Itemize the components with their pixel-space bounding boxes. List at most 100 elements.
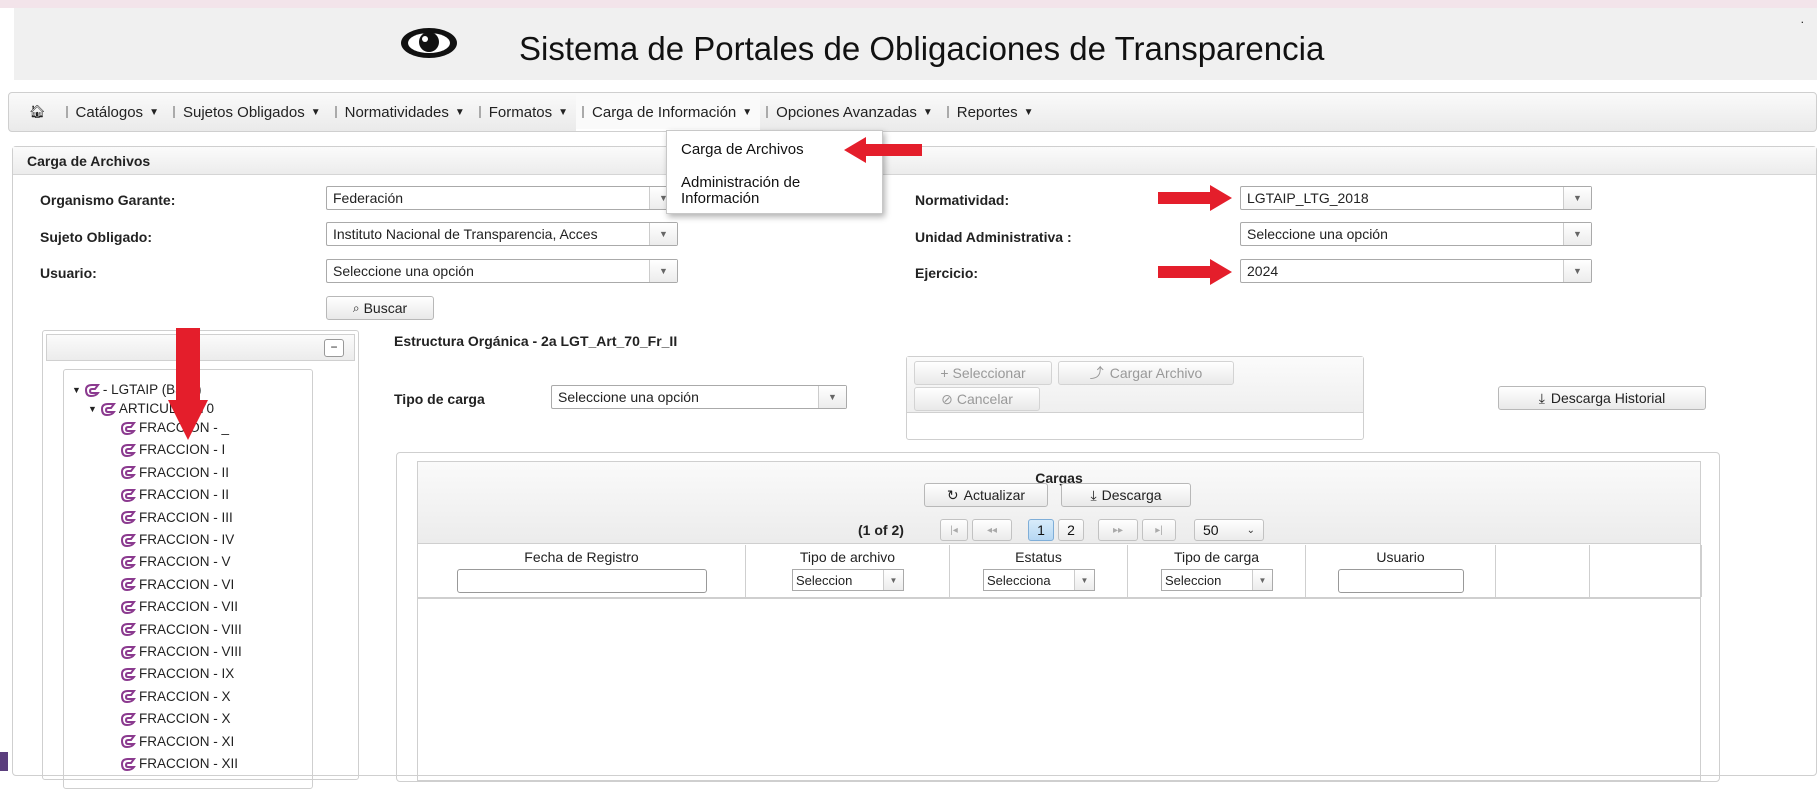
menu-opciones-avanzadas[interactable]: Opciones Avanzadas ▼ (760, 93, 941, 131)
sujeto-value: Instituto Nacional de Transparencia, Acc… (333, 226, 598, 242)
cargas-grid: Cargas Fecha de Registro Tipo de archivo S… (417, 461, 1702, 781)
cancelar-button[interactable]: ⊘ Cancelar (914, 387, 1040, 411)
node-icon (120, 555, 139, 569)
left-edge-decor (0, 752, 8, 771)
menu-normatividades[interactable]: Normatividades ▼ (329, 93, 473, 131)
grid-column: Tipo de archivo Seleccion ▼ (746, 545, 950, 597)
tree-node-fraccion[interactable]: FRACCION - XII (120, 756, 238, 771)
home-icon[interactable]: 🏠︎ (29, 104, 46, 120)
menu-separator (172, 106, 175, 118)
tree-node-fraccion[interactable]: FRACCION - VII (120, 599, 238, 614)
menu-formatos[interactable]: Formatos ▼ (473, 93, 576, 131)
tree-node-fraccion[interactable]: FRACCION - V (120, 554, 231, 569)
chevron-down-icon: ▼ (818, 386, 846, 408)
red-arrow-right-icon (1158, 259, 1232, 285)
app-title: Sistema de Portales de Obligaciones de T… (519, 30, 1325, 67)
column-header[interactable]: Tipo de carga (1128, 549, 1305, 565)
menu-reportes[interactable]: Reportes ▼ (941, 93, 1042, 131)
next-page-icon[interactable]: ▸▸ (1098, 519, 1138, 541)
expand-toggle-icon[interactable]: ▼ (88, 404, 97, 414)
page-button-1[interactable]: 1 (1028, 519, 1054, 541)
cancel-icon: ⊘ (941, 390, 953, 407)
caret-down-icon: ▼ (558, 106, 569, 118)
tree-node-fraccion[interactable]: FRACCION - VIII (120, 622, 242, 637)
column-header[interactable]: Estatus (950, 549, 1127, 565)
tree-node-label: FRACCION - X (139, 711, 231, 727)
menu-sujetos-obligados[interactable]: Sujetos Obligados ▼ (167, 93, 329, 131)
column-filter-select[interactable]: Selecciona ▼ (983, 569, 1095, 591)
normatividad-label: Normatividad: (915, 192, 1010, 208)
actualizar-button[interactable]: ↻ Actualizar (924, 483, 1048, 507)
menu-separator (946, 106, 949, 118)
tree-node-fraccion[interactable]: FRACCION - VI (120, 577, 234, 592)
column-header[interactable]: Tipo de archivo (746, 549, 949, 565)
menu-carga-informacion[interactable]: Carga de Información ▼ (576, 93, 761, 131)
column-header[interactable]: Fecha de Registro (418, 549, 745, 565)
tree-node-fraccion[interactable]: FRACCION - II (120, 465, 229, 480)
tree-node-fraccion[interactable]: FRACCION - X (120, 689, 231, 704)
caret-down-icon: ▼ (922, 106, 933, 118)
usuario-label: Usuario: (40, 265, 97, 281)
seleccionar-button[interactable]: + Seleccionar (914, 361, 1052, 385)
grid-column: Estatus Selecciona ▼ (950, 545, 1128, 597)
estructura-title: Estructura Orgánica - 2a LGT_Art_70_Fr_I… (394, 333, 678, 349)
tree-node-label: FRACCION - X (139, 688, 231, 704)
node-icon (120, 577, 139, 592)
last-page-icon[interactable]: ▸| (1142, 519, 1176, 541)
sujeto-select[interactable]: Instituto Nacional de Transparencia, Acc… (326, 222, 678, 246)
tree-node-fraccion[interactable]: FRACCION - II (120, 487, 229, 502)
dropdown-item-carga-archivos[interactable]: Carga de Archivos (681, 141, 804, 158)
descarga-button[interactable]: ⤓ Descarga (1061, 483, 1191, 507)
usuario-select[interactable]: Seleccione una opción ▼ (326, 259, 678, 283)
column-filter-input[interactable] (1338, 569, 1464, 593)
menu-catalogos[interactable]: Catálogos ▼ (60, 93, 167, 131)
expand-toggle-icon[interactable]: ▼ (72, 385, 81, 395)
ejercicio-label: Ejercicio: (915, 265, 979, 281)
tree-node-label: FRACCION - VIII (139, 621, 242, 637)
page-info: (1 of 2) (858, 522, 904, 538)
node-icon (120, 622, 139, 637)
chevron-down-icon: ⌄ (1246, 524, 1255, 536)
first-page-icon[interactable]: |◂ (940, 519, 968, 541)
upload-icon: ⤴ (1089, 365, 1104, 381)
column-filter-select[interactable]: Seleccion ▼ (792, 569, 904, 591)
cargar-archivo-button[interactable]: ⤴ Cargar Archivo (1058, 361, 1234, 385)
buscar-button[interactable]: ⌕ Buscar (326, 296, 434, 320)
column-header[interactable]: Usuario (1306, 549, 1495, 565)
ejercicio-select[interactable]: 2024 ▼ (1240, 259, 1592, 283)
unidad-select[interactable]: Seleccione una opción ▼ (1240, 222, 1592, 246)
tree-node-fraccion[interactable]: FRACCION - III (120, 510, 233, 525)
descarga-historial-button[interactable]: ⤓ Descarga Historial (1498, 386, 1706, 410)
refresh-icon: ↻ (946, 486, 959, 503)
node-icon (120, 667, 139, 681)
tree-node-fraccion[interactable]: FRACCION - IV (120, 532, 234, 547)
column-filter-select[interactable]: Seleccion ▼ (1161, 569, 1273, 591)
tree-node-fraccion[interactable]: FRACCION - XI (120, 734, 234, 749)
organismo-select[interactable]: Federación ▼ (326, 186, 678, 210)
collapse-button[interactable]: − (324, 339, 344, 357)
node-icon (120, 645, 139, 659)
node-icon (120, 712, 139, 726)
prev-page-icon[interactable]: ◂◂ (972, 519, 1012, 541)
dropdown-item-administracion[interactable]: Administración de Información (681, 175, 800, 207)
node-icon (84, 383, 103, 397)
normatividad-select[interactable]: LGTAIP_LTG_2018 ▼ (1240, 186, 1592, 210)
tree-node-fraccion[interactable]: FRACCION - X (120, 711, 231, 726)
tipo-carga-select[interactable]: Seleccione una opción ▼ (551, 385, 847, 409)
tree-node-fraccion[interactable]: FRACCION - I (120, 442, 225, 457)
download-icon: ⤓ (1538, 389, 1545, 406)
rows-per-page-select[interactable]: 50 ⌄ (1194, 519, 1264, 541)
corner-mark: ⠂ (1800, 18, 1807, 28)
menu-separator (766, 106, 769, 118)
page-button-2[interactable]: 2 (1058, 519, 1084, 541)
tree-node-fraccion[interactable]: FRACCION - IX (120, 666, 234, 681)
grid-title: Cargas (1035, 470, 1083, 486)
filter-value: Selecciona (987, 572, 1051, 588)
tree-node-label: FRACCION - XI (139, 733, 235, 749)
tree-node-fraccion[interactable]: FRACCION - VIII (120, 644, 242, 659)
unidad-value: Seleccione una opción (1247, 226, 1388, 242)
tree-node-label: FRACCION - XII (139, 756, 239, 771)
cancelar-label: Cancelar (956, 391, 1013, 407)
column-filter-input[interactable] (457, 569, 707, 593)
filter-value: Seleccion (796, 572, 853, 588)
